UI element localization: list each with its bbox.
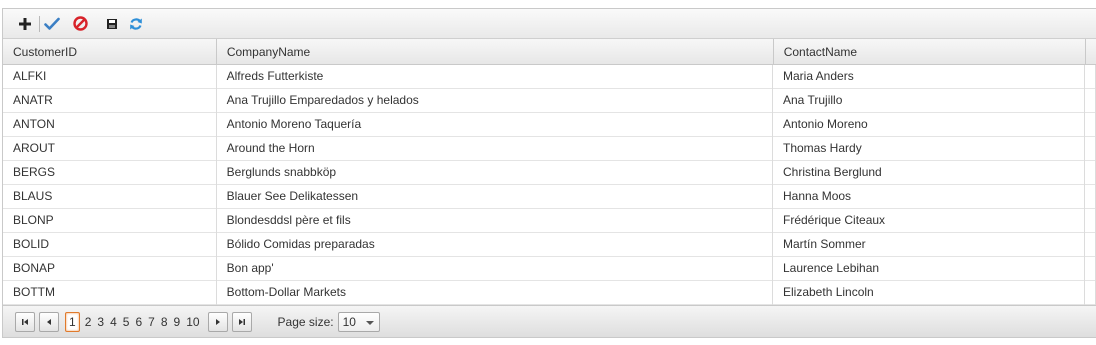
cell-companyname[interactable]: Around the Horn — [217, 137, 773, 161]
cell-customerid[interactable]: BLONP — [3, 209, 217, 233]
previous-page-icon — [47, 318, 51, 325]
cell-filler — [1085, 113, 1096, 137]
cell-companyname[interactable]: Bottom-Dollar Markets — [217, 281, 773, 305]
table-row[interactable]: BOTTM Bottom-Dollar Markets Elizabeth Li… — [3, 281, 1096, 305]
last-page-button[interactable] — [231, 311, 252, 332]
cell-filler — [1085, 281, 1096, 305]
page-number[interactable]: 2 — [85, 313, 92, 331]
previous-page-button[interactable] — [39, 311, 59, 332]
cell-contactname[interactable]: Ana Trujillo — [773, 89, 1085, 113]
add-icon — [19, 17, 31, 30]
save-button[interactable] — [102, 14, 122, 34]
cell-contactname[interactable]: Maria Anders — [773, 65, 1085, 89]
check-icon — [44, 17, 60, 30]
cell-customerid[interactable]: BOTTM — [3, 281, 217, 305]
cell-customerid[interactable]: BERGS — [3, 161, 217, 185]
table-row[interactable]: ANATR Ana Trujillo Emparedados y helados… — [3, 89, 1096, 113]
cell-customerid[interactable]: BOLID — [3, 233, 217, 257]
cell-customerid[interactable]: BLAUS — [3, 185, 217, 209]
grid-body: ALFKI Alfreds Futterkiste Maria Anders A… — [3, 65, 1096, 305]
refresh-icon — [130, 17, 142, 30]
page-number[interactable]: 6 — [135, 313, 142, 331]
column-header-filler — [1086, 39, 1096, 65]
column-header-companyname[interactable]: CompanyName — [217, 39, 774, 65]
customers-grid: CustomerID CompanyName ContactName ALFKI… — [2, 8, 1096, 338]
table-row[interactable]: BOLID Bólido Comidas preparadas Martín S… — [3, 233, 1096, 257]
grid-toolbar — [3, 9, 1096, 39]
page-number[interactable]: 8 — [161, 313, 168, 331]
cell-companyname[interactable]: Blauer See Delikatessen — [217, 185, 773, 209]
cell-filler — [1085, 257, 1096, 281]
table-row[interactable]: ALFKI Alfreds Futterkiste Maria Anders — [3, 65, 1096, 89]
cell-companyname[interactable]: Ana Trujillo Emparedados y helados — [217, 89, 773, 113]
column-header-customerid[interactable]: CustomerID — [3, 39, 217, 65]
cancel-icon — [72, 16, 88, 31]
cell-companyname[interactable]: Berglunds snabbköp — [217, 161, 773, 185]
page-size-value: 10 — [342, 314, 356, 329]
cell-contactname[interactable]: Frédérique Citeaux — [773, 209, 1085, 233]
cell-contactname[interactable]: Antonio Moreno — [773, 113, 1085, 137]
page-number[interactable]: 7 — [148, 313, 155, 331]
column-header-contactname[interactable]: ContactName — [774, 39, 1086, 65]
add-button[interactable] — [15, 14, 35, 34]
cell-filler — [1085, 65, 1096, 89]
next-page-icon — [215, 318, 220, 325]
chevron-down-icon — [365, 320, 374, 325]
cell-customerid[interactable]: BONAP — [3, 257, 217, 281]
confirm-button[interactable] — [42, 14, 62, 34]
cell-customerid[interactable]: AROUT — [3, 137, 217, 161]
cell-companyname[interactable]: Blondesddsl père et fils — [217, 209, 773, 233]
cell-filler — [1085, 89, 1096, 113]
page-size-select[interactable]: 10 — [337, 311, 380, 332]
cell-filler — [1085, 233, 1096, 257]
cancel-button[interactable] — [70, 14, 90, 34]
cell-companyname[interactable]: Bólido Comidas preparadas — [217, 233, 773, 257]
next-page-button[interactable] — [207, 311, 228, 332]
cell-companyname[interactable]: Bon app' — [217, 257, 773, 281]
grid-header: CustomerID CompanyName ContactName — [3, 39, 1096, 65]
table-row[interactable]: BLONP Blondesddsl père et fils Frédériqu… — [3, 209, 1096, 233]
cell-customerid[interactable]: ANTON — [3, 113, 217, 137]
table-row[interactable]: BERGS Berglunds snabbköp Christina Bergl… — [3, 161, 1096, 185]
cell-contactname[interactable]: Elizabeth Lincoln — [773, 281, 1085, 305]
refresh-button[interactable] — [126, 14, 146, 34]
page-size-label: Page size: — [277, 314, 334, 329]
cell-filler — [1085, 209, 1096, 233]
cell-contactname[interactable]: Martín Sommer — [773, 233, 1085, 257]
last-page-icon — [238, 318, 245, 325]
table-row[interactable]: BONAP Bon app' Laurence Lebihan — [3, 257, 1096, 281]
table-row[interactable]: ANTON Antonio Moreno Taquería Antonio Mo… — [3, 113, 1096, 137]
toolbar-separator — [39, 15, 40, 32]
page-number[interactable]: 4 — [110, 313, 117, 331]
cell-filler — [1085, 161, 1096, 185]
cell-contactname[interactable]: Hanna Moos — [773, 185, 1085, 209]
page-number[interactable]: 9 — [174, 313, 181, 331]
cell-companyname[interactable]: Antonio Moreno Taquería — [217, 113, 773, 137]
page-number[interactable]: 5 — [123, 313, 130, 331]
cell-contactname[interactable]: Laurence Lebihan — [773, 257, 1085, 281]
page-number[interactable]: 3 — [97, 313, 104, 331]
cell-customerid[interactable]: ANATR — [3, 89, 217, 113]
page-number-current[interactable]: 1 — [65, 311, 80, 332]
table-row[interactable]: AROUT Around the Horn Thomas Hardy — [3, 137, 1096, 161]
save-icon — [107, 18, 117, 29]
cell-contactname[interactable]: Thomas Hardy — [773, 137, 1085, 161]
cell-customerid[interactable]: ALFKI — [3, 65, 217, 89]
cell-filler — [1085, 185, 1096, 209]
cell-contactname[interactable]: Christina Berglund — [773, 161, 1085, 185]
grid-pager: 1 2 3 4 5 6 7 8 9 10 Page size: 10 — [3, 305, 1096, 337]
first-page-button[interactable] — [15, 311, 35, 332]
cell-filler — [1085, 137, 1096, 161]
page-number[interactable]: 10 — [186, 313, 199, 331]
table-row[interactable]: BLAUS Blauer See Delikatessen Hanna Moos — [3, 185, 1096, 209]
first-page-icon — [22, 318, 28, 325]
cell-companyname[interactable]: Alfreds Futterkiste — [217, 65, 773, 89]
